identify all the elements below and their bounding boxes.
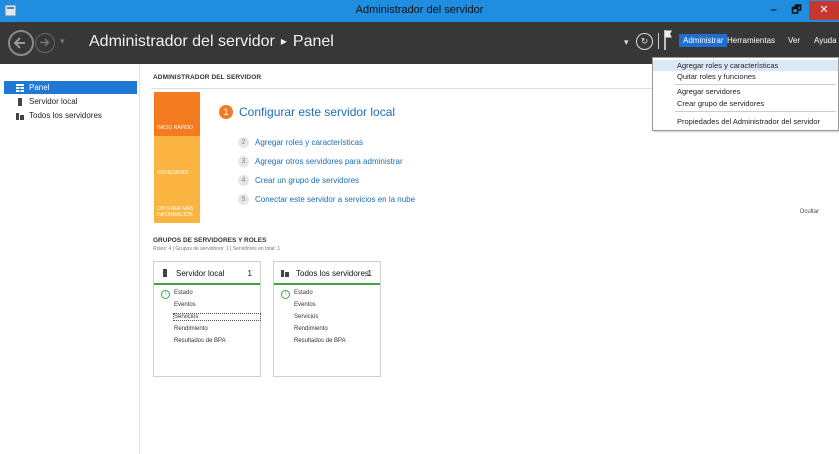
step-number: 2 — [238, 137, 249, 148]
section-title: GRUPOS DE SERVIDORES Y ROLES — [153, 237, 267, 244]
tile-title: Servidor local — [176, 269, 225, 278]
forward-button[interactable] — [35, 33, 55, 53]
tile-count: 1 — [247, 269, 252, 278]
breadcrumb-page: Panel — [292, 33, 334, 50]
section-subtitle: Roles: 4 | Grupos de servidores: 1 | Ser… — [153, 246, 281, 252]
status-ok-icon: ↑ — [161, 290, 170, 299]
step-configure-local[interactable]: Configurar este servidor local — [239, 105, 395, 119]
tile-row-estado[interactable]: Estado — [174, 290, 193, 296]
tab-inicio-rapido[interactable]: INICIO RÁPIDO — [154, 92, 200, 136]
step-number: 3 — [238, 156, 249, 167]
breadcrumb: Administrador del servidor ▸ Panel — [89, 33, 334, 51]
title-bar: Administrador del servidor – 🗗 ✕ — [0, 0, 839, 22]
tile-header[interactable]: Todos los servidores 1 — [274, 262, 380, 285]
page-title: ADMINISTRADOR DEL SERVIDOR — [153, 74, 262, 81]
menu-item-create-group[interactable]: Crear grupo de servidores — [653, 98, 838, 109]
menu-herramientas[interactable]: Herramientas — [727, 36, 775, 45]
breadcrumb-app[interactable]: Administrador del servidor — [89, 33, 275, 50]
back-button[interactable] — [8, 30, 34, 56]
menu-separator — [675, 111, 836, 112]
sidebar: Panel Servidor local Todos los servidore… — [0, 64, 140, 454]
menu-item-add-servers[interactable]: Agregar servidores — [653, 86, 838, 97]
menu-administrar[interactable]: Administrar — [679, 34, 728, 47]
menu-ayuda[interactable]: Ayuda — [814, 36, 837, 45]
step-add-servers[interactable]: Agregar otros servidores para administra… — [255, 157, 403, 166]
sidebar-item-panel[interactable]: Panel — [4, 81, 137, 94]
history-dropdown-icon[interactable]: ▾ — [60, 36, 65, 47]
tab-label: INICIO RÁPIDO — [157, 125, 193, 131]
servers-icon — [281, 270, 289, 277]
step-create-group[interactable]: Crear un grupo de servidores — [255, 176, 359, 185]
refresh-icon[interactable]: ↻ — [636, 33, 653, 50]
tile-row-servicios[interactable]: Servicios — [173, 313, 261, 321]
step-number: 4 — [238, 175, 249, 186]
tab-mas-informacion[interactable]: OBTENER MÁS INFORMACIÓN — [154, 181, 200, 223]
tile-title: Todos los servidores — [296, 269, 369, 278]
tile-todos-servidores[interactable]: Todos los servidores 1 ↑ Estado Eventos … — [273, 261, 381, 377]
breadcrumb-separator: ▸ — [280, 34, 287, 48]
menu-ver[interactable]: Ver — [788, 36, 800, 45]
arrow-right-icon — [40, 38, 50, 47]
administrar-menu: Agregar roles y características Quitar r… — [652, 57, 839, 131]
step-number: 5 — [238, 194, 249, 205]
status-ok-icon: ↑ — [281, 290, 290, 299]
maximize-button[interactable]: 🗗 — [786, 1, 807, 20]
header-dropdown-icon[interactable]: ▾ — [624, 37, 629, 48]
close-button[interactable]: ✕ — [809, 1, 839, 20]
sidebar-item-todos-servidores[interactable]: Todos los servidores — [4, 109, 137, 122]
sidebar-item-servidor-local[interactable]: Servidor local — [4, 95, 137, 108]
menu-item-add-roles[interactable]: Agregar roles y características — [653, 60, 838, 71]
tab-novedades[interactable]: NOVEDADES — [154, 136, 200, 181]
sidebar-item-label: Todos los servidores — [29, 111, 102, 120]
tile-header[interactable]: Servidor local 1 — [154, 262, 260, 285]
tile-row-rendimiento[interactable]: Rendimiento — [294, 326, 328, 332]
tile-row-rendimiento[interactable]: Rendimiento — [174, 326, 208, 332]
step-number: 1 — [219, 105, 233, 119]
tile-servidor-local[interactable]: Servidor local 1 ↑ Estado Eventos Servic… — [153, 261, 261, 377]
dashboard-icon — [16, 84, 24, 92]
server-icon — [163, 269, 167, 277]
tile-row-servicios[interactable]: Servicios — [294, 314, 318, 320]
menu-separator — [675, 84, 836, 85]
arrow-left-icon — [13, 37, 25, 49]
window-title: Administrador del servidor — [355, 4, 484, 16]
tile-count: 1 — [367, 269, 372, 278]
hide-link[interactable]: Ocultar — [800, 209, 819, 215]
servers-icon — [16, 113, 24, 120]
step-add-roles[interactable]: Agregar roles y características — [255, 138, 363, 147]
sidebar-item-label: Servidor local — [29, 97, 78, 106]
sidebar-item-label: Panel — [29, 83, 50, 92]
tile-row-bpa[interactable]: Resultados de BPA — [294, 338, 346, 344]
minimize-button[interactable]: – — [763, 1, 784, 20]
tile-row-bpa[interactable]: Resultados de BPA — [174, 338, 226, 344]
tile-row-eventos[interactable]: Eventos — [174, 302, 196, 308]
notifications-flag-icon[interactable] — [664, 29, 674, 51]
tab-label: NOVEDADES — [157, 170, 189, 176]
server-icon — [18, 98, 22, 106]
step-connect-cloud[interactable]: Conectar este servidor a servicios en la… — [255, 195, 415, 204]
tile-row-estado[interactable]: Estado — [294, 290, 313, 296]
menu-item-properties[interactable]: Propiedades del Administrador del servid… — [653, 116, 838, 127]
tab-label: OBTENER MÁS INFORMACIÓN — [157, 206, 194, 218]
tile-row-eventos[interactable]: Eventos — [294, 302, 316, 308]
menu-item-remove-roles[interactable]: Quitar roles y funciones — [653, 71, 838, 82]
header-divider — [658, 33, 659, 49]
